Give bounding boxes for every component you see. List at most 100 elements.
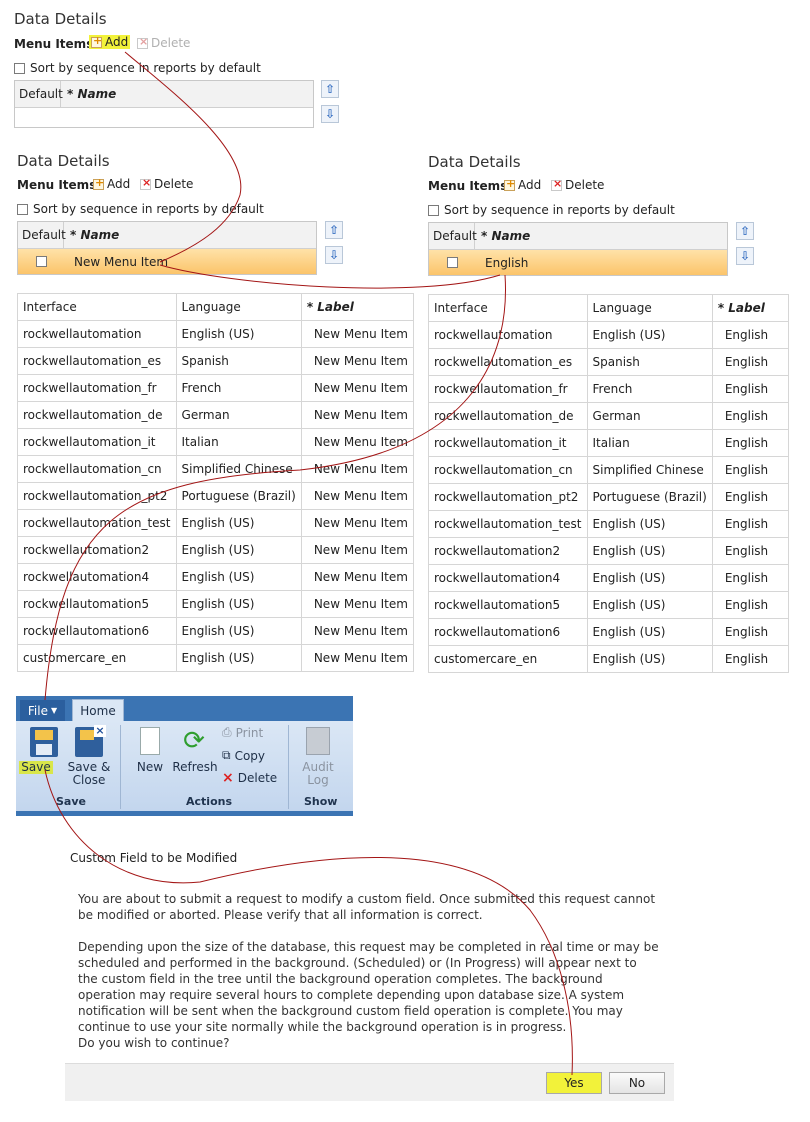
table-row[interactable]: rockwellautomation4 English (US) English: [428, 564, 790, 592]
label-cell[interactable]: New Menu Item: [300, 482, 414, 510]
table-row[interactable]: rockwellautomation_de German English: [428, 402, 790, 430]
top-menu-grid: Default * Name: [14, 80, 314, 128]
label-cell[interactable]: English: [711, 456, 790, 484]
label-cell[interactable]: New Menu Item: [300, 563, 414, 591]
move-up-button[interactable]: ⇧: [321, 80, 339, 98]
col-name: * Name: [67, 87, 117, 101]
dialog-title: Custom Field to be Modified: [70, 851, 238, 865]
left-add-button[interactable]: Add: [93, 176, 130, 191]
table-row[interactable]: rockwellautomation_it Italian New Menu Ite…: [17, 428, 414, 456]
label-cell[interactable]: English: [711, 564, 790, 592]
default-checkbox[interactable]: [446, 257, 458, 268]
col-label: * Label: [300, 293, 414, 321]
table-row[interactable]: rockwellautomation_es Spanish New Menu Ite…: [17, 347, 414, 375]
table-row[interactable]: customercare_en English (US) English: [428, 645, 790, 673]
table-row[interactable]: rockwellautomation6 English (US) New Menu …: [17, 617, 414, 645]
menu-item-row[interactable]: New Menu Item: [18, 249, 316, 274]
label-cell[interactable]: English: [711, 537, 790, 565]
interface-cell: rockwellautomation_es: [17, 347, 177, 375]
label-cell[interactable]: New Menu Item: [300, 374, 414, 402]
right-sort-checkbox[interactable]: [428, 204, 439, 216]
label-cell[interactable]: English: [711, 618, 790, 646]
table-row[interactable]: rockwellautomation_fr French New Menu Item: [17, 374, 414, 402]
top-sort-checkbox[interactable]: [14, 62, 25, 74]
table-row[interactable]: rockwellautomation_it Italian English: [428, 429, 790, 457]
menu-item-row[interactable]: English: [429, 250, 727, 275]
delete-button[interactable]: × Delete: [222, 770, 277, 786]
table-row[interactable]: rockwellautomation5 English (US) English: [428, 591, 790, 619]
table-row[interactable]: rockwellautomation_fr French English: [428, 375, 790, 403]
move-down-button[interactable]: ⇩: [325, 246, 343, 264]
print-button[interactable]: ⎙ Print: [222, 725, 263, 740]
left-delete-button[interactable]: Delete: [140, 176, 193, 191]
table-row[interactable]: rockwellautomation5 English (US) New Menu …: [17, 590, 414, 618]
label-cell[interactable]: New Menu Item: [300, 644, 414, 672]
home-tab[interactable]: Home: [72, 699, 124, 722]
table-row[interactable]: rockwellautomation English (US) New Menu I…: [17, 320, 414, 348]
table-row[interactable]: rockwellautomation6 English (US) English: [428, 618, 790, 646]
label-cell[interactable]: English: [711, 321, 790, 349]
table-row[interactable]: customercare_en English (US) New Menu Item: [17, 644, 414, 672]
save-button[interactable]: Save: [19, 761, 53, 774]
label-cell[interactable]: New Menu Item: [300, 617, 414, 645]
language-cell: Portuguese (Brazil): [175, 482, 302, 510]
label-cell[interactable]: New Menu Item: [300, 509, 414, 537]
save-close-button[interactable]: Save & Close: [66, 761, 112, 787]
label-cell[interactable]: English: [711, 591, 790, 619]
language-cell: English (US): [586, 537, 713, 565]
label-cell[interactable]: New Menu Item: [300, 428, 414, 456]
top-sort-option[interactable]: Sort by sequence in reports by default: [14, 61, 261, 75]
table-row[interactable]: rockwellautomation_pt2 Portuguese (Brazil…: [428, 483, 790, 511]
copy-button[interactable]: ⧉ Copy: [222, 748, 265, 763]
language-cell: German: [586, 402, 713, 430]
move-down-button[interactable]: ⇩: [321, 105, 339, 123]
interface-cell: rockwellautomation: [428, 321, 588, 349]
table-row[interactable]: rockwellautomation_es Spanish English: [428, 348, 790, 376]
new-button[interactable]: New: [134, 761, 166, 774]
top-delete-button[interactable]: Delete: [137, 35, 190, 50]
table-row[interactable]: rockwellautomation2 English (US) English: [428, 537, 790, 565]
label-cell[interactable]: English: [711, 375, 790, 403]
right-sort-option[interactable]: Sort by sequence in reports by default: [428, 203, 675, 217]
right-menu-items-label: Menu Items: [428, 179, 508, 193]
label-cell[interactable]: New Menu Item: [300, 536, 414, 564]
group-save-label: Save: [56, 795, 86, 808]
right-add-button[interactable]: Add: [504, 177, 541, 192]
yes-button[interactable]: Yes: [546, 1072, 602, 1094]
group-show-label: Show: [304, 795, 338, 808]
move-up-button[interactable]: ⇧: [736, 222, 754, 240]
table-row[interactable]: rockwellautomation_test English (US) New M…: [17, 509, 414, 537]
left-sort-checkbox[interactable]: [17, 203, 28, 215]
label-cell[interactable]: English: [711, 645, 790, 673]
table-row[interactable]: rockwellautomation_de German New Menu Item: [17, 401, 414, 429]
right-delete-button[interactable]: Delete: [551, 177, 604, 192]
audit-log-button[interactable]: Audit Log: [297, 761, 339, 787]
table-row[interactable]: rockwellautomation2 English (US) New Menu …: [17, 536, 414, 564]
move-up-button[interactable]: ⇧: [325, 221, 343, 239]
table-row[interactable]: rockwellautomation_pt2 Portuguese (Brazil…: [17, 482, 414, 510]
refresh-button[interactable]: Refresh: [172, 761, 218, 774]
label-cell[interactable]: New Menu Item: [300, 401, 414, 429]
col-language: Language: [586, 294, 713, 322]
label-cell[interactable]: New Menu Item: [300, 455, 414, 483]
table-row[interactable]: rockwellautomation English (US) English: [428, 321, 790, 349]
label-cell[interactable]: New Menu Item: [300, 590, 414, 618]
top-add-button[interactable]: Add: [89, 34, 131, 49]
file-tab[interactable]: File ▼: [20, 700, 65, 721]
table-row[interactable]: rockwellautomation_cn Simplified Chinese N…: [17, 455, 414, 483]
label-cell[interactable]: New Menu Item: [300, 320, 414, 348]
label-cell[interactable]: English: [711, 348, 790, 376]
label-cell[interactable]: English: [711, 402, 790, 430]
label-cell[interactable]: English: [711, 510, 790, 538]
no-button[interactable]: No: [609, 1072, 665, 1094]
label-cell[interactable]: New Menu Item: [300, 347, 414, 375]
move-down-button[interactable]: ⇩: [736, 247, 754, 265]
table-row[interactable]: rockwellautomation_test English (US) Engli…: [428, 510, 790, 538]
label-cell[interactable]: English: [711, 429, 790, 457]
table-row[interactable]: rockwellautomation4 English (US) New Menu …: [17, 563, 414, 591]
label-cell[interactable]: English: [711, 483, 790, 511]
table-row[interactable]: rockwellautomation_cn Simplified Chinese E…: [428, 456, 790, 484]
refresh-label: Refresh: [172, 760, 218, 774]
default-checkbox[interactable]: [35, 256, 47, 267]
left-sort-option[interactable]: Sort by sequence in reports by default: [17, 202, 264, 216]
